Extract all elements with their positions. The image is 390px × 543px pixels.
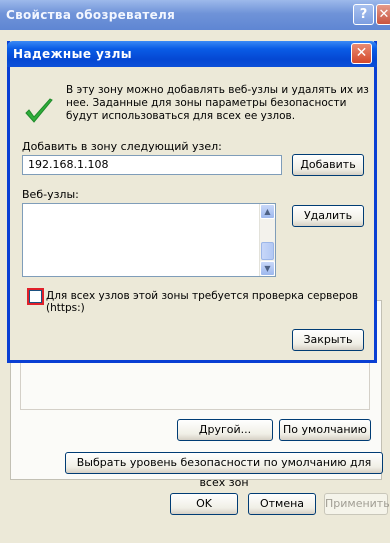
close-dialog-button[interactable]: Закрыть xyxy=(292,329,364,351)
sites-scrollbar[interactable]: ▲ ▼ xyxy=(259,204,275,276)
parent-titlebar: Свойства обозревателя ? ✕ xyxy=(0,0,390,30)
reset-all-zones-button[interactable]: Выбрать уровень безопасности по умолчани… xyxy=(65,452,383,489)
remove-site-button[interactable]: Удалить xyxy=(292,205,364,227)
cancel-button[interactable]: Отмена xyxy=(248,493,316,515)
apply-button[interactable]: Применить xyxy=(324,493,390,515)
add-site-button[interactable]: Добавить xyxy=(292,154,364,176)
dialog-close-button[interactable]: ✕ xyxy=(351,43,372,64)
custom-level-button[interactable]: Другой... xyxy=(177,419,273,441)
dialog-titlebar: Надежные узлы ✕ xyxy=(7,41,377,67)
ok-button[interactable]: OK xyxy=(170,493,238,515)
parent-close-button[interactable]: ✕ xyxy=(376,4,390,25)
sites-label: Веб-узлы: xyxy=(22,188,79,201)
checkmark-icon xyxy=(25,98,53,123)
trusted-sites-dialog: Надежные узлы ✕ В эту зону можно добавля… xyxy=(7,41,377,363)
default-level-button[interactable]: По умолчанию xyxy=(279,419,371,441)
scroll-up-icon[interactable]: ▲ xyxy=(260,204,275,219)
add-site-label: Добавить в зону следующий узел: xyxy=(22,140,222,153)
scroll-down-icon[interactable]: ▼ xyxy=(260,261,275,276)
dialog-title: Надежные узлы xyxy=(13,47,133,61)
https-checkbox-label: Для всех узлов этой зоны требуется прове… xyxy=(46,290,359,314)
intro-text: В эту зону можно добавлять веб-узлы и уд… xyxy=(66,84,369,122)
help-button[interactable]: ? xyxy=(353,4,374,25)
parent-title: Свойства обозревателя xyxy=(6,8,176,22)
https-checkbox[interactable] xyxy=(27,288,44,305)
scroll-thumb[interactable] xyxy=(261,242,274,260)
add-site-input[interactable]: 192.168.1.108 xyxy=(22,155,282,175)
sites-list[interactable]: ▲ ▼ xyxy=(22,203,276,277)
